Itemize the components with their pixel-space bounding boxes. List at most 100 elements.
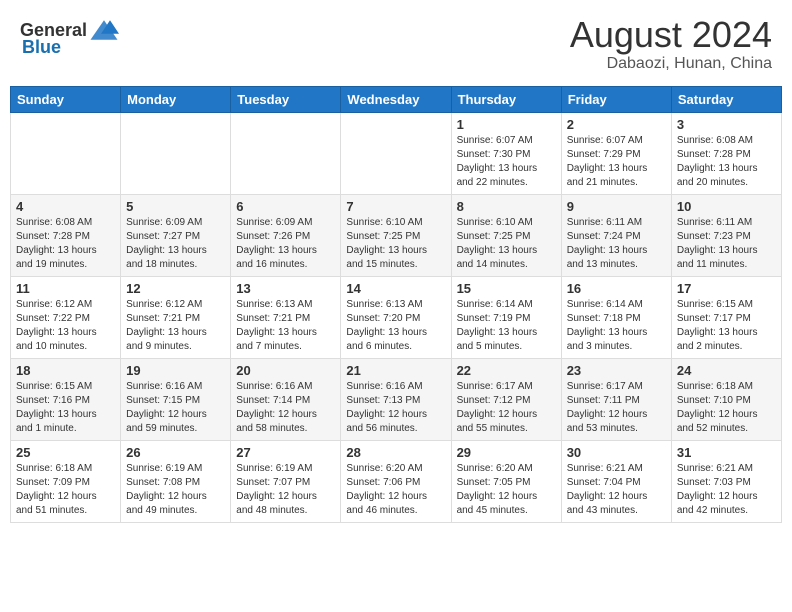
calendar-cell: 21 Sunrise: 6:16 AM Sunset: 7:13 PM Dayli… (341, 358, 451, 440)
day-info: Sunrise: 6:15 AM Sunset: 7:17 PM Dayligh… (677, 298, 776, 354)
calendar-cell: 1 Sunrise: 6:07 AM Sunset: 7:30 PM Daylig… (451, 112, 561, 194)
logo: General Blue (20, 15, 119, 58)
day-info: Sunrise: 6:16 AM Sunset: 7:14 PM Dayligh… (236, 380, 335, 436)
day-number: 2 (567, 117, 666, 132)
calendar-cell: 8 Sunrise: 6:10 AM Sunset: 7:25 PM Daylig… (451, 194, 561, 276)
day-info: Sunrise: 6:20 AM Sunset: 7:06 PM Dayligh… (346, 462, 445, 518)
day-header-sunday: Sunday (11, 86, 121, 112)
day-number: 27 (236, 445, 335, 460)
day-number: 10 (677, 199, 776, 214)
day-info: Sunrise: 6:10 AM Sunset: 7:25 PM Dayligh… (457, 216, 556, 272)
day-info: Sunrise: 6:11 AM Sunset: 7:24 PM Dayligh… (567, 216, 666, 272)
calendar-cell: 26 Sunrise: 6:19 AM Sunset: 7:08 PM Dayli… (121, 440, 231, 522)
day-info: Sunrise: 6:09 AM Sunset: 7:26 PM Dayligh… (236, 216, 335, 272)
day-number: 22 (457, 363, 556, 378)
calendar-cell: 13 Sunrise: 6:13 AM Sunset: 7:21 PM Dayli… (231, 276, 341, 358)
calendar-cell: 12Sunrise: 6:12 AM Sunset: 7:21 PM Dayli… (121, 276, 231, 358)
calendar-cell: 15 Sunrise: 6:14 AM Sunset: 7:19 PM Dayli… (451, 276, 561, 358)
calendar-week-3: 11 Sunrise: 6:12 AM Sunset: 7:22 PM Dayli… (11, 276, 782, 358)
day-number: 11 (16, 281, 115, 296)
day-header-monday: Monday (121, 86, 231, 112)
day-info: Sunrise: 6:21 AM Sunset: 7:03 PM Dayligh… (677, 462, 776, 518)
calendar-cell: 29 Sunrise: 6:20 AM Sunset: 7:05 PM Dayli… (451, 440, 561, 522)
calendar-cell: 9 Sunrise: 6:11 AM Sunset: 7:24 PM Daylig… (561, 194, 671, 276)
calendar-week-5: 25 Sunrise: 6:18 AM Sunset: 7:09 PM Dayli… (11, 440, 782, 522)
day-info: Sunrise: 6:08 AM Sunset: 7:28 PM Dayligh… (677, 134, 776, 190)
calendar-week-4: 18Sunrise: 6:15 AM Sunset: 7:16 PM Dayli… (11, 358, 782, 440)
day-info: Sunrise: 6:08 AM Sunset: 7:28 PM Dayligh… (16, 216, 115, 272)
calendar-cell: 10Sunrise: 6:11 AM Sunset: 7:23 PM Dayli… (671, 194, 781, 276)
calendar-cell: 18Sunrise: 6:15 AM Sunset: 7:16 PM Dayli… (11, 358, 121, 440)
day-info: Sunrise: 6:20 AM Sunset: 7:05 PM Dayligh… (457, 462, 556, 518)
day-info: Sunrise: 6:14 AM Sunset: 7:19 PM Dayligh… (457, 298, 556, 354)
calendar-week-2: 4 Sunrise: 6:08 AM Sunset: 7:28 PM Daylig… (11, 194, 782, 276)
day-info: Sunrise: 6:07 AM Sunset: 7:29 PM Dayligh… (567, 134, 666, 190)
day-number: 28 (346, 445, 445, 460)
day-info: Sunrise: 6:17 AM Sunset: 7:11 PM Dayligh… (567, 380, 666, 436)
logo-blue: Blue (22, 37, 61, 58)
day-header-thursday: Thursday (451, 86, 561, 112)
day-info: Sunrise: 6:10 AM Sunset: 7:25 PM Dayligh… (346, 216, 445, 272)
calendar-cell: 24Sunrise: 6:18 AM Sunset: 7:10 PM Dayli… (671, 358, 781, 440)
calendar-cell: 2 Sunrise: 6:07 AM Sunset: 7:29 PM Daylig… (561, 112, 671, 194)
day-number: 29 (457, 445, 556, 460)
calendar-cell: 17 Sunrise: 6:15 AM Sunset: 7:17 PM Dayli… (671, 276, 781, 358)
calendar-header-row: SundayMondayTuesdayWednesdayThursdayFrid… (11, 86, 782, 112)
calendar-cell (11, 112, 121, 194)
day-number: 13 (236, 281, 335, 296)
day-number: 8 (457, 199, 556, 214)
day-number: 30 (567, 445, 666, 460)
day-info: Sunrise: 6:21 AM Sunset: 7:04 PM Dayligh… (567, 462, 666, 518)
day-number: 14 (346, 281, 445, 296)
month-year-title: August 2024 (570, 15, 772, 55)
day-header-friday: Friday (561, 86, 671, 112)
day-info: Sunrise: 6:13 AM Sunset: 7:20 PM Dayligh… (346, 298, 445, 354)
day-info: Sunrise: 6:18 AM Sunset: 7:10 PM Dayligh… (677, 380, 776, 436)
day-number: 31 (677, 445, 776, 460)
day-number: 23 (567, 363, 666, 378)
calendar-cell (341, 112, 451, 194)
day-number: 9 (567, 199, 666, 214)
day-number: 16 (567, 281, 666, 296)
day-number: 12 (126, 281, 225, 296)
day-info: Sunrise: 6:14 AM Sunset: 7:18 PM Dayligh… (567, 298, 666, 354)
calendar-cell: 19Sunrise: 6:16 AM Sunset: 7:15 PM Dayli… (121, 358, 231, 440)
day-info: Sunrise: 6:16 AM Sunset: 7:13 PM Dayligh… (346, 380, 445, 436)
calendar-cell: 28 Sunrise: 6:20 AM Sunset: 7:06 PM Dayli… (341, 440, 451, 522)
day-number: 26 (126, 445, 225, 460)
calendar-cell (231, 112, 341, 194)
day-number: 5 (126, 199, 225, 214)
day-number: 6 (236, 199, 335, 214)
calendar-cell: 11 Sunrise: 6:12 AM Sunset: 7:22 PM Dayli… (11, 276, 121, 358)
calendar-cell: 27 Sunrise: 6:19 AM Sunset: 7:07 PM Dayli… (231, 440, 341, 522)
day-number: 15 (457, 281, 556, 296)
calendar-cell: 20Sunrise: 6:16 AM Sunset: 7:14 PM Dayli… (231, 358, 341, 440)
calendar-week-1: 1 Sunrise: 6:07 AM Sunset: 7:30 PM Daylig… (11, 112, 782, 194)
day-number: 25 (16, 445, 115, 460)
calendar-cell: 23 Sunrise: 6:17 AM Sunset: 7:11 PM Dayli… (561, 358, 671, 440)
day-header-wednesday: Wednesday (341, 86, 451, 112)
calendar-table: SundayMondayTuesdayWednesdayThursdayFrid… (10, 86, 782, 523)
day-info: Sunrise: 6:17 AM Sunset: 7:12 PM Dayligh… (457, 380, 556, 436)
day-info: Sunrise: 6:18 AM Sunset: 7:09 PM Dayligh… (16, 462, 115, 518)
day-number: 7 (346, 199, 445, 214)
day-info: Sunrise: 6:13 AM Sunset: 7:21 PM Dayligh… (236, 298, 335, 354)
day-number: 1 (457, 117, 556, 132)
day-number: 17 (677, 281, 776, 296)
calendar-cell: 30 Sunrise: 6:21 AM Sunset: 7:04 PM Dayli… (561, 440, 671, 522)
day-number: 21 (346, 363, 445, 378)
page-header: General Blue August 2024 Dabaozi, Hunan,… (10, 10, 782, 78)
day-header-saturday: Saturday (671, 86, 781, 112)
day-info: Sunrise: 6:12 AM Sunset: 7:22 PM Dayligh… (16, 298, 115, 354)
logo-icon (89, 15, 119, 45)
day-number: 4 (16, 199, 115, 214)
calendar-cell: 7 Sunrise: 6:10 AM Sunset: 7:25 PM Daylig… (341, 194, 451, 276)
day-info: Sunrise: 6:07 AM Sunset: 7:30 PM Dayligh… (457, 134, 556, 190)
day-info: Sunrise: 6:19 AM Sunset: 7:07 PM Dayligh… (236, 462, 335, 518)
day-info: Sunrise: 6:19 AM Sunset: 7:08 PM Dayligh… (126, 462, 225, 518)
calendar-cell: 31 Sunrise: 6:21 AM Sunset: 7:03 PM Dayli… (671, 440, 781, 522)
calendar-cell (121, 112, 231, 194)
calendar-cell: 14 Sunrise: 6:13 AM Sunset: 7:20 PM Dayli… (341, 276, 451, 358)
title-block: August 2024 Dabaozi, Hunan, China (570, 15, 772, 73)
day-info: Sunrise: 6:09 AM Sunset: 7:27 PM Dayligh… (126, 216, 225, 272)
